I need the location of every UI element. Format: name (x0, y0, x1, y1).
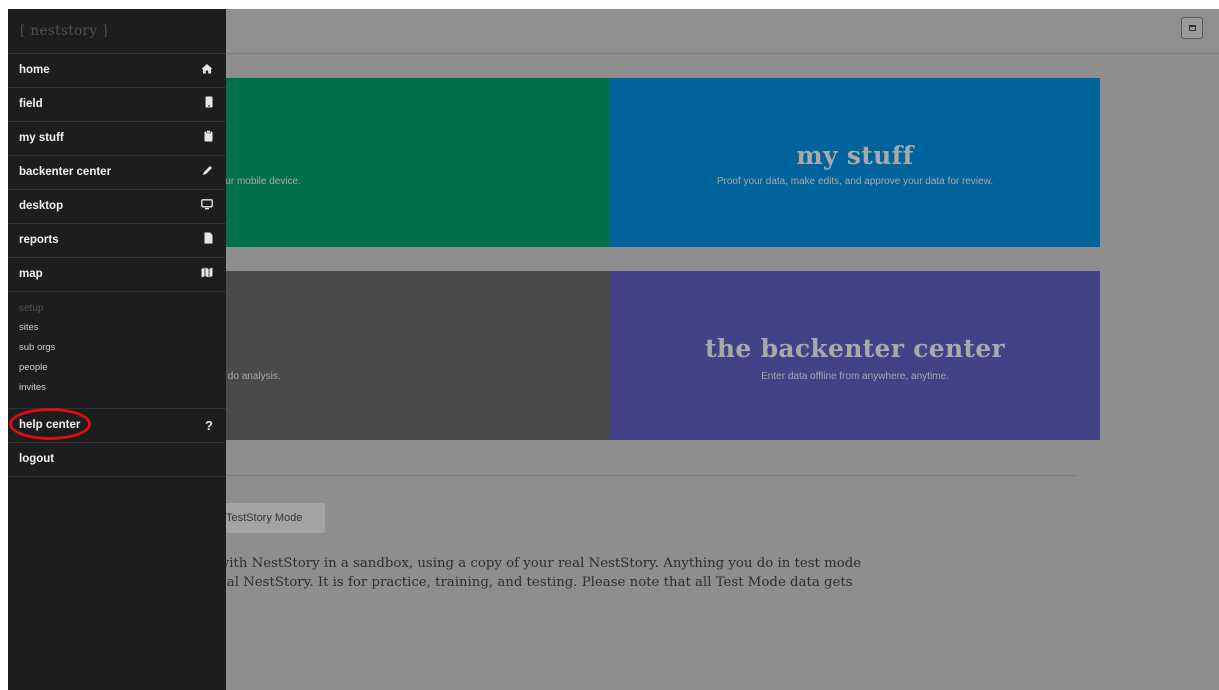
test-mode-line: e recorded to your actual NestStory. It … (68, 575, 853, 590)
app-page: field Story live in the field to do nest… (8, 9, 1219, 690)
pencil-icon (202, 156, 213, 189)
sidebar: [ neststory ] home field my stuff backen… (8, 9, 226, 690)
sidebar-item-reports[interactable]: reports (8, 223, 226, 257)
sidebar-item-backenter-center[interactable]: backenter center (8, 155, 226, 189)
sidebar-item-label: field (19, 98, 43, 110)
sidebar-item-label: backenter center (19, 166, 112, 178)
calendar-button[interactable] (1181, 17, 1203, 39)
mobile-icon (205, 88, 213, 121)
highlight-circle (9, 408, 91, 440)
clipboard-icon (204, 122, 213, 155)
file-icon (204, 224, 213, 257)
setup-item-sub-orgs[interactable]: sub orgs (19, 338, 226, 358)
sidebar-item-my-stuff[interactable]: my stuff (8, 121, 226, 155)
home-icon (201, 54, 213, 87)
map-icon (201, 258, 213, 291)
test-mode-line: Mode allows you play with NestStory in a… (68, 556, 862, 571)
tile-my-stuff-desc: Proof your data, make edits, and approve… (716, 176, 994, 187)
monitor-icon (201, 190, 213, 223)
sidebar-item-label: reports (19, 234, 59, 246)
sidebar-item-label: desktop (19, 200, 64, 212)
sidebar-item-logout[interactable]: logout (8, 442, 226, 477)
calendar-icon (1188, 25, 1196, 31)
setup-header: setup (19, 303, 44, 314)
test-mode-line: midnight. (68, 592, 1168, 611)
tile-backenter-title: the backenter center (705, 334, 1005, 363)
sidebar-item-home[interactable]: home (8, 53, 226, 87)
divider (226, 475, 1076, 476)
setup-section: setup sites sub orgs people invites (8, 292, 226, 398)
tile-backenter-desc: Enter data offline from anywhere, anytim… (761, 371, 949, 382)
sidebar-item-map[interactable]: map (8, 257, 226, 292)
sidebar-item-desktop[interactable]: desktop (8, 189, 226, 223)
sidebar-item-label: my stuff (19, 132, 64, 144)
sidebar-item-label: home (19, 64, 50, 76)
question-icon: ? (205, 418, 213, 433)
test-mode-description: Mode allows you play with NestStory in a… (68, 554, 1168, 611)
tile-my-stuff[interactable]: my stuff Proof your data, make edits, an… (610, 78, 1100, 247)
sidebar-item-field[interactable]: field (8, 87, 226, 121)
tile-my-stuff-title: my stuff (796, 141, 914, 170)
setup-item-invites[interactable]: invites (19, 378, 226, 398)
setup-item-people[interactable]: people (19, 358, 226, 378)
brand-logo[interactable]: [ neststory ] (8, 9, 226, 53)
sidebar-item-label: map (19, 268, 43, 280)
tile-backenter-center[interactable]: the backenter center Enter data offline … (610, 271, 1100, 440)
setup-item-sites[interactable]: sites (19, 318, 226, 338)
sidebar-item-label: logout (19, 453, 55, 465)
